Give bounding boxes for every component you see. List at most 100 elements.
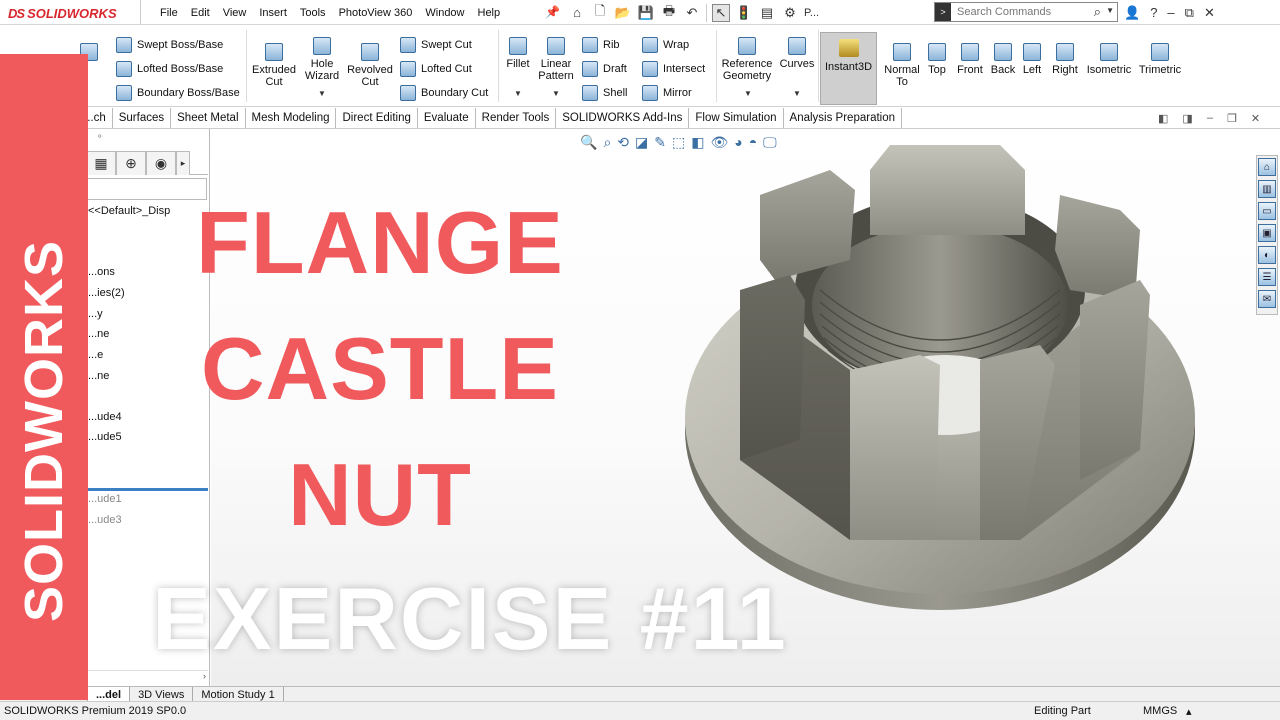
lofted-boss-button[interactable]: Lofted Boss/Base xyxy=(116,61,223,77)
tab-evaluate[interactable]: Evaluate xyxy=(418,108,476,128)
doc-minimize-icon[interactable]: – xyxy=(1207,112,1213,125)
select-arrow-icon[interactable]: ↖ xyxy=(712,3,730,22)
reference-geometry-button[interactable]: Reference Geometry xyxy=(720,37,774,82)
units-dropdown-icon[interactable]: ▴ xyxy=(1186,705,1192,718)
options-gear-icon[interactable]: ⚙ xyxy=(781,4,799,22)
search-icon[interactable]: ⌕ xyxy=(1094,4,1101,20)
shell-button[interactable]: Shell xyxy=(582,85,627,101)
instant3d-button[interactable]: Instant3D xyxy=(820,32,877,105)
next-window-icon[interactable]: ◨ xyxy=(1182,112,1192,125)
curves-button[interactable]: Curves xyxy=(779,37,815,70)
tab-direct-editing[interactable]: Direct Editing xyxy=(336,108,418,128)
display-manager-icon[interactable]: ◉ xyxy=(146,151,176,175)
draft-button[interactable]: Draft xyxy=(582,61,627,77)
swept-cut-button[interactable]: Swept Cut xyxy=(400,37,472,53)
prev-window-icon[interactable]: ◧ xyxy=(1158,112,1168,125)
undo-icon[interactable]: ↶ xyxy=(683,4,701,22)
view-top-button[interactable]: Top xyxy=(924,43,950,76)
rebuild-traffic-light-icon[interactable]: 🚦 xyxy=(735,4,753,22)
lofted-cut-button[interactable]: Lofted Cut xyxy=(400,61,472,77)
extruded-cut-button[interactable]: Extruded Cut xyxy=(252,43,296,88)
tree-item[interactable]: ...ne xyxy=(88,328,109,340)
section-view-icon[interactable]: ◪ xyxy=(635,134,648,151)
reference-geometry-dropdown[interactable]: ▼ xyxy=(744,89,752,98)
overflow-label[interactable]: P... xyxy=(804,4,819,22)
tree-item-suppressed[interactable]: ...ude1 xyxy=(88,493,122,505)
tree-item[interactable]: ...ude5 xyxy=(88,431,122,443)
tab-flow-simulation[interactable]: Flow Simulation xyxy=(689,108,784,128)
chevron-down-icon[interactable]: ▼ xyxy=(1106,6,1114,15)
linear-pattern-dropdown[interactable]: ▼ xyxy=(552,89,560,98)
view-palette-icon[interactable]: ▣ xyxy=(1258,224,1276,242)
fillet-dropdown[interactable]: ▼ xyxy=(514,89,522,98)
boundary-cut-button[interactable]: Boundary Cut xyxy=(400,85,488,101)
view-front-button[interactable]: Front xyxy=(955,43,985,76)
tab-3d-views[interactable]: 3D Views xyxy=(130,687,194,702)
panel-handle-icon[interactable]: ⚬ xyxy=(96,131,104,142)
pin-menu-icon[interactable]: 📌 xyxy=(545,5,560,19)
tab-addins[interactable]: SOLIDWORKS Add-Ins xyxy=(556,108,690,128)
intersect-button[interactable]: Intersect xyxy=(642,61,705,77)
view-back-button[interactable]: Back xyxy=(990,43,1016,76)
swept-boss-button[interactable]: Swept Boss/Base xyxy=(116,37,223,53)
user-icon[interactable]: 👤 xyxy=(1124,5,1140,21)
zoom-area-icon[interactable]: ⌕ xyxy=(603,134,611,151)
tab-model[interactable]: ...del xyxy=(88,687,131,702)
linear-pattern-button[interactable]: Linear Pattern xyxy=(536,37,576,82)
search-commands-box[interactable]: > Search Commands ⌕ ▼ xyxy=(934,2,1118,22)
tab-surfaces[interactable]: Surfaces xyxy=(113,108,172,128)
revolved-cut-button[interactable]: Revolved Cut xyxy=(346,43,394,88)
tree-root-config[interactable]: <<Default>_Disp xyxy=(88,205,170,217)
help-question-icon[interactable]: ? xyxy=(1150,5,1157,20)
tab-sheet-metal[interactable]: Sheet Metal xyxy=(171,108,246,128)
menu-tools[interactable]: Tools xyxy=(300,7,326,19)
home-icon[interactable]: ⌂ xyxy=(568,4,586,22)
configuration-manager-icon[interactable]: ▦ xyxy=(86,151,116,175)
dynamic-annotation-icon[interactable]: ✎ xyxy=(654,134,666,151)
tab-render-tools[interactable]: Render Tools xyxy=(476,108,557,128)
appearances-icon[interactable]: ◐ xyxy=(1258,246,1276,264)
view-left-button[interactable]: Left xyxy=(1020,43,1044,76)
curves-dropdown[interactable]: ▼ xyxy=(793,89,801,98)
previous-view-icon[interactable]: ⟲ xyxy=(617,134,629,151)
rib-button[interactable]: Rib xyxy=(582,37,620,53)
forum-icon[interactable]: ✉ xyxy=(1258,290,1276,308)
menu-photoview[interactable]: PhotoView 360 xyxy=(339,7,413,19)
menu-view[interactable]: View xyxy=(223,7,247,19)
file-properties-icon[interactable]: ▤ xyxy=(758,4,776,22)
zoom-to-fit-icon[interactable]: 🔍 xyxy=(580,134,597,151)
tab-mesh-modeling[interactable]: Mesh Modeling xyxy=(246,108,337,128)
design-library-icon[interactable]: ▥ xyxy=(1258,180,1276,198)
minimize-icon[interactable]: – xyxy=(1167,5,1174,20)
view-trimetric-button[interactable]: Trimetric xyxy=(1138,43,1182,76)
tree-item[interactable]: ...ne xyxy=(88,370,109,382)
tree-item[interactable]: ...ies(2) xyxy=(88,287,125,299)
horizontal-scrollbar[interactable]: › xyxy=(88,670,208,684)
restore-icon[interactable]: ⧉ xyxy=(1185,5,1194,21)
view-isometric-button[interactable]: Isometric xyxy=(1086,43,1132,76)
custom-properties-icon[interactable]: ☰ xyxy=(1258,268,1276,286)
hole-wizard-button[interactable]: Hole Wizard xyxy=(302,37,342,82)
tree-item-suppressed[interactable]: ...ude3 xyxy=(88,514,122,526)
menu-help[interactable]: Help xyxy=(478,7,501,19)
fillet-button[interactable]: Fillet xyxy=(504,37,532,70)
menu-window[interactable]: Window xyxy=(425,7,464,19)
solidworks-resources-icon[interactable]: ⌂ xyxy=(1258,158,1276,176)
wrap-button[interactable]: Wrap xyxy=(642,37,689,53)
doc-restore-icon[interactable]: ❐ xyxy=(1227,112,1237,125)
close-icon[interactable]: ✕ xyxy=(1204,5,1215,21)
dimxpert-icon[interactable]: ⊕ xyxy=(116,151,146,175)
tree-item[interactable]: ...e xyxy=(88,349,103,361)
file-explorer-icon[interactable]: ▭ xyxy=(1258,202,1276,220)
hole-wizard-dropdown[interactable]: ▼ xyxy=(318,89,326,98)
doc-close-icon[interactable]: ✕ xyxy=(1251,112,1260,125)
menu-edit[interactable]: Edit xyxy=(191,7,210,19)
boundary-boss-button[interactable]: Boundary Boss/Base xyxy=(116,85,240,101)
open-folder-icon[interactable]: 📂 xyxy=(614,4,632,22)
tab-analysis-preparation[interactable]: Analysis Preparation xyxy=(784,108,903,128)
view-right-button[interactable]: Right xyxy=(1050,43,1080,76)
save-icon[interactable]: 💾 xyxy=(637,4,655,22)
tree-item[interactable]: ...ude4 xyxy=(88,411,122,423)
print-icon[interactable]: 🖶 xyxy=(660,3,678,22)
normal-to-button[interactable]: Normal To xyxy=(884,43,920,88)
